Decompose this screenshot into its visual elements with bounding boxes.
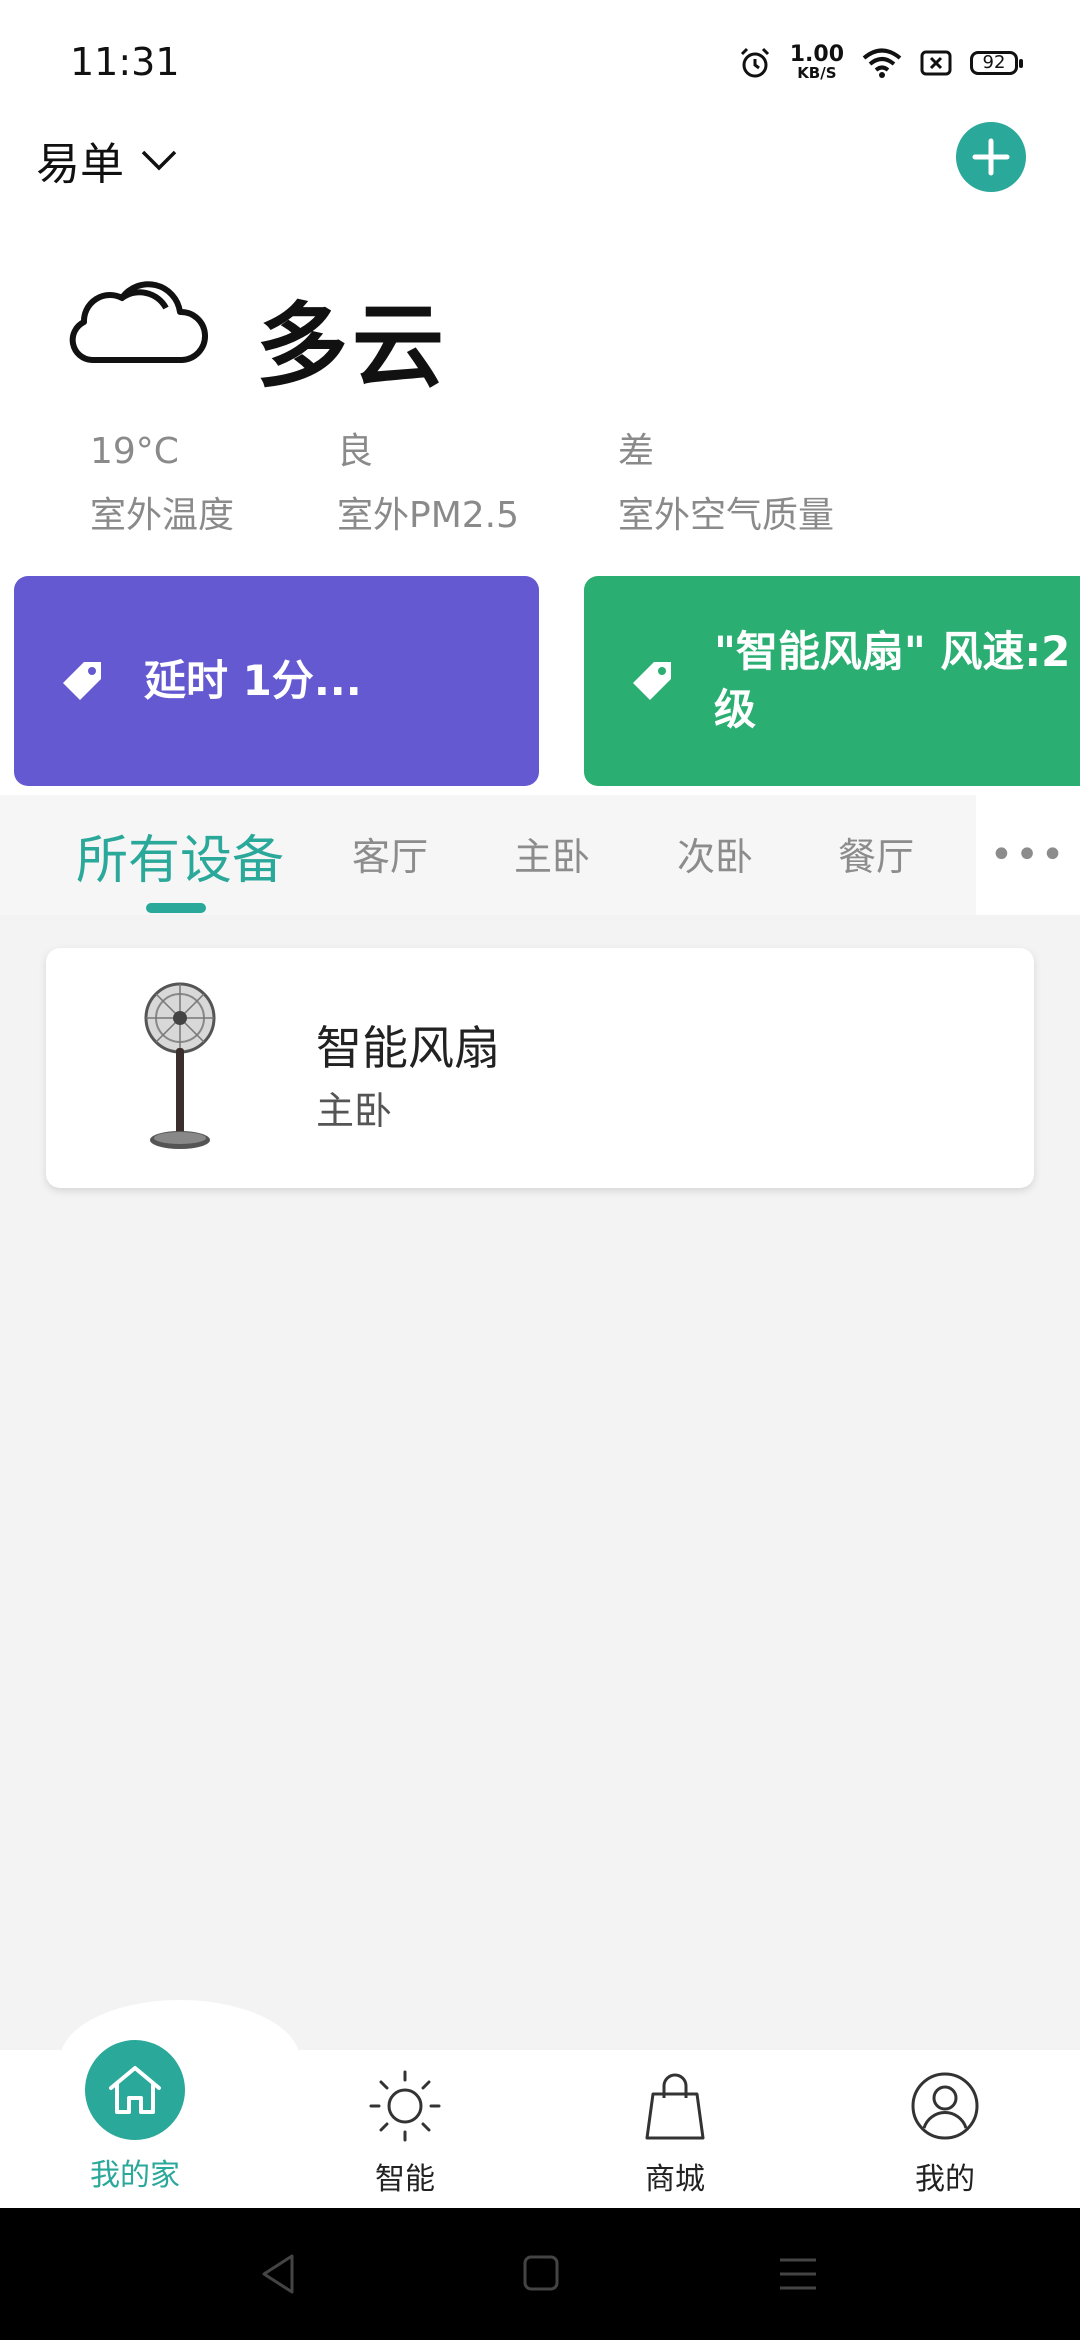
weather-condition: 多云 [256, 293, 449, 400]
cloud-icon [69, 281, 208, 363]
device-room: 主卧 [316, 1089, 393, 1133]
weather-stat-pm25: 良 室外PM2.5 [337, 431, 520, 536]
status-icons: 1.00 KB/S 92 [738, 42, 1023, 82]
tag-icon [633, 662, 671, 700]
standing-fan-icon [144, 982, 216, 1149]
nav-mine[interactable]: 我的 [845, 2068, 1045, 2198]
recents-icon[interactable] [778, 2256, 818, 2292]
home-button-icon[interactable] [522, 2254, 560, 2292]
more-tabs-button[interactable]: ••• [976, 795, 1080, 915]
wifi-icon [862, 48, 902, 78]
plus-icon [972, 138, 1010, 176]
tab-all-devices[interactable]: 所有设备 [76, 818, 284, 893]
sun-icon [369, 2070, 441, 2142]
weather-stat-temperature: 19°C 室外温度 [90, 431, 235, 536]
add-device-button[interactable] [956, 122, 1026, 192]
battery-indicator: 92 [970, 50, 1023, 75]
nav-mall[interactable]: 商城 [575, 2068, 775, 2198]
home-name: 易单 [36, 139, 124, 190]
chevron-down-icon [141, 150, 177, 171]
device-name: 智能风扇 [316, 1021, 500, 1075]
network-speed: 1.00 KB/S [789, 42, 844, 82]
no-sim-icon [920, 50, 952, 75]
weather-stat-air-quality: 差 室外空气质量 [618, 431, 835, 536]
tab-dining-room[interactable]: 餐厅 [838, 826, 914, 881]
nav-my-home[interactable]: 我的家 [35, 2040, 235, 2194]
back-icon[interactable] [258, 2252, 298, 2296]
nav-label: 商城 [645, 2162, 705, 2197]
shopping-bag-icon [645, 2073, 705, 2140]
scene-label: "智能风扇" 风速:2级 [714, 627, 1071, 734]
tag-icon [63, 662, 101, 700]
scene-card[interactable]: "智能风扇" 风速:2级 [584, 576, 1080, 786]
tab-master-bedroom[interactable]: 主卧 [514, 826, 590, 881]
home-selector[interactable]: 易单 [36, 128, 178, 192]
scene-label: 延时 1分... [144, 656, 362, 705]
status-time: 11:31 [70, 40, 180, 84]
user-icon [911, 2072, 979, 2140]
scene-card[interactable]: 延时 1分... [14, 576, 539, 786]
alarm-icon [740, 47, 769, 77]
nav-label: 我的家 [90, 2158, 180, 2193]
tab-second-bedroom[interactable]: 次卧 [677, 826, 753, 881]
nav-label: 我的 [915, 2162, 975, 2197]
nav-smart[interactable]: 智能 [305, 2068, 505, 2198]
home-icon [85, 2040, 185, 2140]
nav-label: 智能 [375, 2162, 435, 2197]
tab-living-room[interactable]: 客厅 [352, 826, 428, 881]
active-tab-indicator [146, 903, 206, 913]
